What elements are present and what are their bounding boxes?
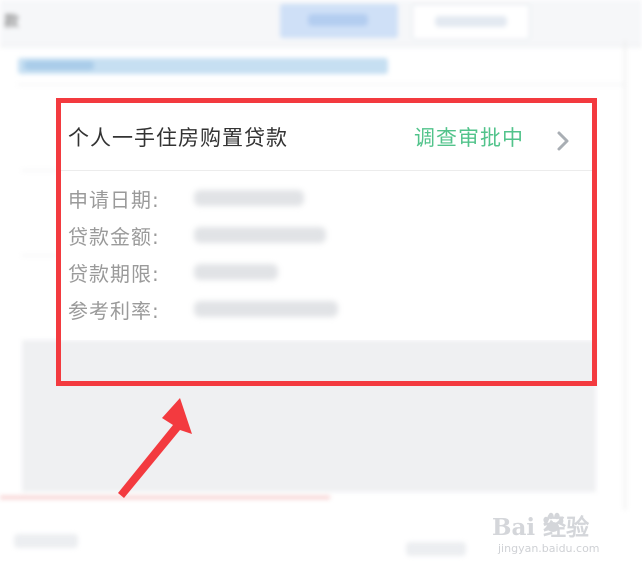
background-secondary-button xyxy=(412,4,530,40)
annotation-arrow-icon xyxy=(118,398,192,498)
baidu-watermark: Bai 经验 jingyan.baidu.com xyxy=(492,508,612,568)
background-selected-row xyxy=(18,58,388,74)
watermark-url: jingyan.baidu.com xyxy=(498,542,600,555)
highlight-box xyxy=(56,98,597,386)
background-toolbar-text: 款 xyxy=(4,12,20,30)
background-divider xyxy=(22,170,56,171)
background-divider xyxy=(22,255,56,256)
background-footer-item xyxy=(406,542,466,556)
background-scrollbar xyxy=(624,40,626,510)
baidu-paw-icon xyxy=(543,512,564,532)
background-divider xyxy=(18,84,624,85)
background-footer-item xyxy=(14,534,78,548)
background-primary-button xyxy=(280,4,398,38)
background-toolbar: 款 xyxy=(0,0,642,47)
